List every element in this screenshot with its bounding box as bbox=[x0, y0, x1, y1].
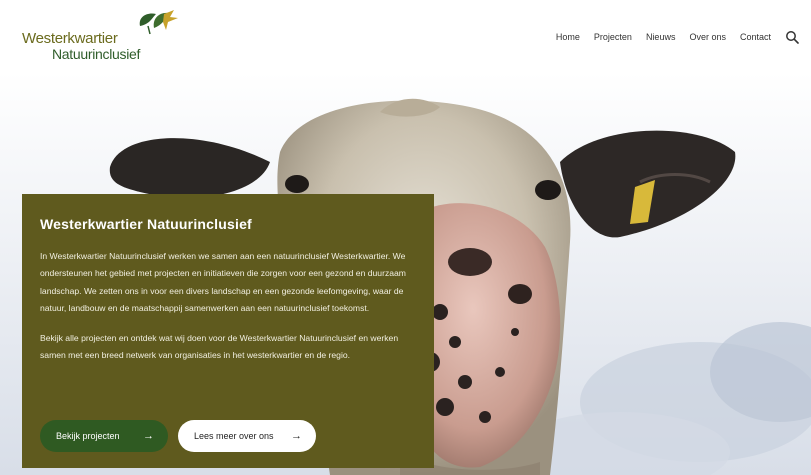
logo-text-line1: Westerkwartier bbox=[22, 30, 118, 47]
view-projects-button-label: Bekijk projecten bbox=[56, 431, 120, 441]
hero-buttons: Bekijk projecten → Lees meer over ons → bbox=[40, 420, 316, 452]
view-projects-button[interactable]: Bekijk projecten → bbox=[40, 420, 168, 452]
site-header: Westerkwartier Natuurinclusief Home Proj… bbox=[0, 0, 811, 72]
nav-item-contact[interactable]: Contact bbox=[740, 32, 771, 42]
nav-item-nieuws[interactable]: Nieuws bbox=[646, 32, 676, 42]
read-more-button[interactable]: Lees meer over ons → bbox=[178, 420, 316, 452]
hero-paragraph-2: Bekijk alle projecten en ontdek wat wij … bbox=[40, 332, 399, 361]
main-navigation: Home Projecten Nieuws Over ons Contact bbox=[556, 30, 799, 44]
hero-paragraph-1: In Westerkwartier Natuurinclusief werken… bbox=[40, 251, 406, 314]
search-icon[interactable] bbox=[785, 30, 799, 44]
nav-item-home[interactable]: Home bbox=[556, 32, 580, 42]
nav-item-over-ons[interactable]: Over ons bbox=[689, 32, 726, 42]
leaf-bird-logo-icon bbox=[139, 10, 178, 35]
arrow-right-icon: → bbox=[291, 430, 302, 442]
nav-item-projecten[interactable]: Projecten bbox=[594, 32, 632, 42]
hero-intro-card: Westerkwartier Natuurinclusief In Wester… bbox=[22, 194, 434, 468]
arrow-right-icon: → bbox=[143, 430, 154, 442]
hero-title: Westerkwartier Natuurinclusief bbox=[40, 216, 252, 232]
site-logo[interactable]: Westerkwartier Natuurinclusief bbox=[22, 8, 182, 62]
read-more-button-label: Lees meer over ons bbox=[194, 431, 274, 441]
logo-text-line2: Natuurinclusief bbox=[52, 46, 141, 62]
